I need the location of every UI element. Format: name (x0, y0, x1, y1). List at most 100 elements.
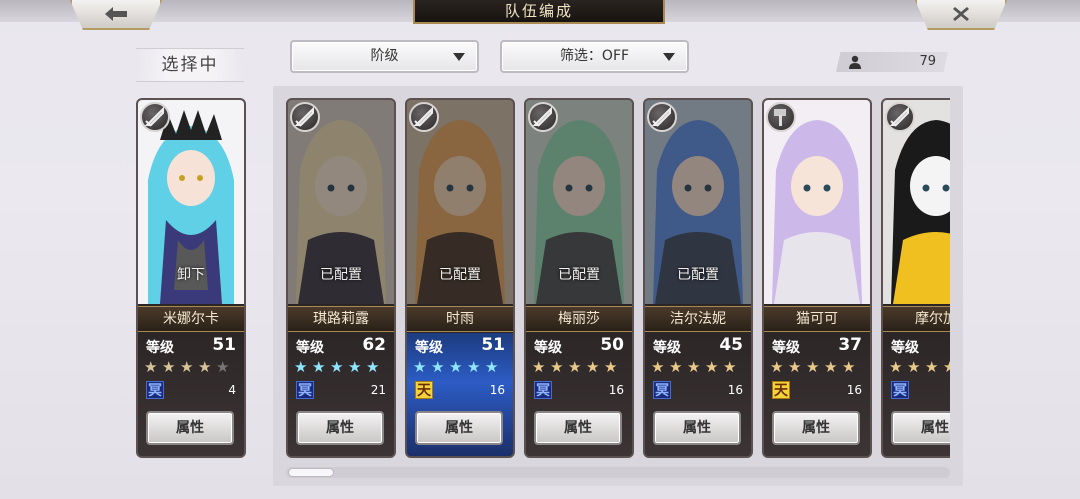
star-icon: ★ (413, 358, 427, 376)
weapon-sword-icon (528, 102, 558, 132)
star-icon: ★ (788, 358, 802, 376)
scrollbar-track[interactable] (286, 467, 950, 478)
weapon-sword-icon (647, 102, 677, 132)
attribute-button[interactable]: 属性 (891, 411, 950, 445)
close-icon (953, 7, 969, 21)
star-icon: ★ (550, 358, 564, 376)
character-name: 猫可可 (764, 306, 870, 332)
rank-icon: 冥 (891, 381, 909, 399)
attribute-button[interactable]: 属性 (653, 411, 741, 445)
assigned-label: 已配置 (558, 267, 600, 283)
character-card[interactable]: 已配置 洁尔法妮 等级 45 ★ ★ ★ ★ ★ 冥 16 属性 (643, 98, 753, 458)
star-icon: ★ (330, 358, 344, 376)
assigned-label: 已配置 (677, 267, 719, 283)
card-stats: 等级 ★★★★★ 冥 属性 (883, 333, 950, 456)
count-value: 79 (919, 54, 936, 69)
level-label: 等级 (415, 340, 443, 356)
filter-dropdown[interactable]: 筛选：OFF (500, 40, 689, 73)
cost-value: 16 (727, 383, 743, 397)
star-icon: ★ (770, 358, 784, 376)
star-rating: ★★★★★ (532, 359, 632, 375)
weapon-sword-icon (290, 102, 320, 132)
attribute-button[interactable]: 属性 (415, 411, 503, 445)
rank-icon: 冥 (653, 381, 671, 399)
star-icon: ★ (198, 358, 212, 376)
weapon-hammer-icon (766, 102, 796, 132)
character-card[interactable]: 已配置 梅丽莎 等级 50 ★ ★ ★ ★ ★ 冥 16 属性 (524, 98, 634, 458)
weapon-sword-icon (140, 102, 170, 132)
level-value: 45 (719, 335, 743, 355)
star-icon: ★ (532, 358, 546, 376)
character-card[interactable]: 猫可可 等级 37 ★ ★ ★ ★ ★ 天 16 属性 (762, 98, 872, 458)
scrollbar-thumb[interactable] (288, 468, 334, 477)
chevron-down-icon (663, 53, 675, 61)
chevron-down-icon (453, 53, 465, 61)
card-stats: 等级 62 ★ ★ ★ ★ ★ 冥 21 属性 (288, 333, 394, 456)
cost-value: 4 (228, 383, 236, 397)
cost-value: 16 (489, 383, 505, 397)
page-title: 队伍编成 (413, 0, 665, 24)
person-icon (849, 55, 861, 69)
star-rating: ★★★★★ (770, 359, 870, 375)
cost-value: 21 (370, 383, 386, 397)
star-icon: ★ (586, 358, 600, 376)
star-icon: ★ (669, 358, 683, 376)
character-card[interactable]: 已配置 琪路莉露 等级 62 ★ ★ ★ ★ ★ 冥 21 属性 (286, 98, 396, 458)
rank-icon: 冥 (296, 381, 314, 399)
rank-icon: 冥 (534, 381, 552, 399)
character-count: 79 (836, 52, 948, 72)
card-stats: 等级 37 ★ ★ ★ ★ ★ 天 16 属性 (764, 333, 870, 456)
rank-icon: 冥 (146, 381, 164, 399)
star-icon: ★ (144, 358, 158, 376)
star-icon: ★ (889, 358, 903, 376)
star-icon: ★ (348, 358, 362, 376)
star-icon: ★ (312, 358, 326, 376)
star-icon: ★ (449, 358, 463, 376)
star-icon: ★ (842, 358, 856, 376)
level-value: 50 (600, 335, 624, 355)
level-value: 62 (362, 335, 386, 355)
level-label: 等级 (296, 340, 324, 356)
attribute-button[interactable]: 属性 (772, 411, 860, 445)
character-card[interactable]: 已配置 时雨 等级 51 ★ ★ ★ ★ ★ 天 16 属性 (405, 98, 515, 458)
star-icon: ★ (651, 358, 665, 376)
attribute-button[interactable]: 属性 (146, 411, 234, 445)
character-name: 洁尔法妮 (645, 306, 751, 332)
filter-dropdown-label: 筛选：OFF (559, 48, 630, 64)
attribute-button[interactable]: 属性 (534, 411, 622, 445)
level-label: 等级 (534, 340, 562, 356)
character-name: 米娜尔卡 (138, 306, 244, 332)
card-stats: 等级 45 ★ ★ ★ ★ ★ 冥 16 属性 (645, 333, 751, 456)
cost-value: 16 (846, 383, 862, 397)
cost-value: 16 (608, 383, 624, 397)
unequip-overlay: 卸下 (177, 267, 205, 283)
rank-dropdown[interactable]: 阶级 (290, 40, 479, 73)
star-rating: ★★★★★ (889, 359, 950, 375)
star-icon: ★ (907, 358, 921, 376)
star-icon: ★ (604, 358, 618, 376)
weapon-sword-icon (409, 102, 439, 132)
star-icon: ★ (366, 358, 380, 376)
close-button[interactable] (915, 0, 1007, 30)
star-icon: ★ (925, 358, 939, 376)
character-name: 梅丽莎 (526, 306, 632, 332)
assigned-label: 已配置 (320, 267, 362, 283)
attribute-button[interactable]: 属性 (296, 411, 384, 445)
rank-icon: 天 (415, 381, 433, 399)
star-icon: ★ (180, 358, 194, 376)
level-label: 等级 (772, 340, 800, 356)
star-icon: ★ (294, 358, 308, 376)
level-value: 37 (838, 335, 862, 355)
star-icon: ★ (943, 359, 950, 375)
star-icon: ★ (568, 358, 582, 376)
selected-character-card[interactable]: 卸下 米娜尔卡 等级 51 ★ ★ ★ ★ ★ 冥 4 属性 (136, 98, 246, 458)
star-rating: ★★★★★ (144, 359, 244, 375)
star-icon: ★ (431, 358, 445, 376)
card-stats: 等级 50 ★ ★ ★ ★ ★ 冥 16 属性 (526, 333, 632, 456)
level-label: 等级 (146, 340, 174, 356)
back-button[interactable] (70, 0, 162, 30)
star-icon: ★ (824, 358, 838, 376)
character-card[interactable]: 临 摩尔加 等级 ★★★★★ 冥 属性 (881, 98, 950, 458)
character-list[interactable]: 已配置 琪路莉露 等级 62 ★ ★ ★ ★ ★ 冥 21 属性 已配置 时雨 等级 (286, 96, 950, 464)
card-stats: 等级 51 ★ ★ ★ ★ ★ 天 16 属性 (407, 333, 513, 456)
